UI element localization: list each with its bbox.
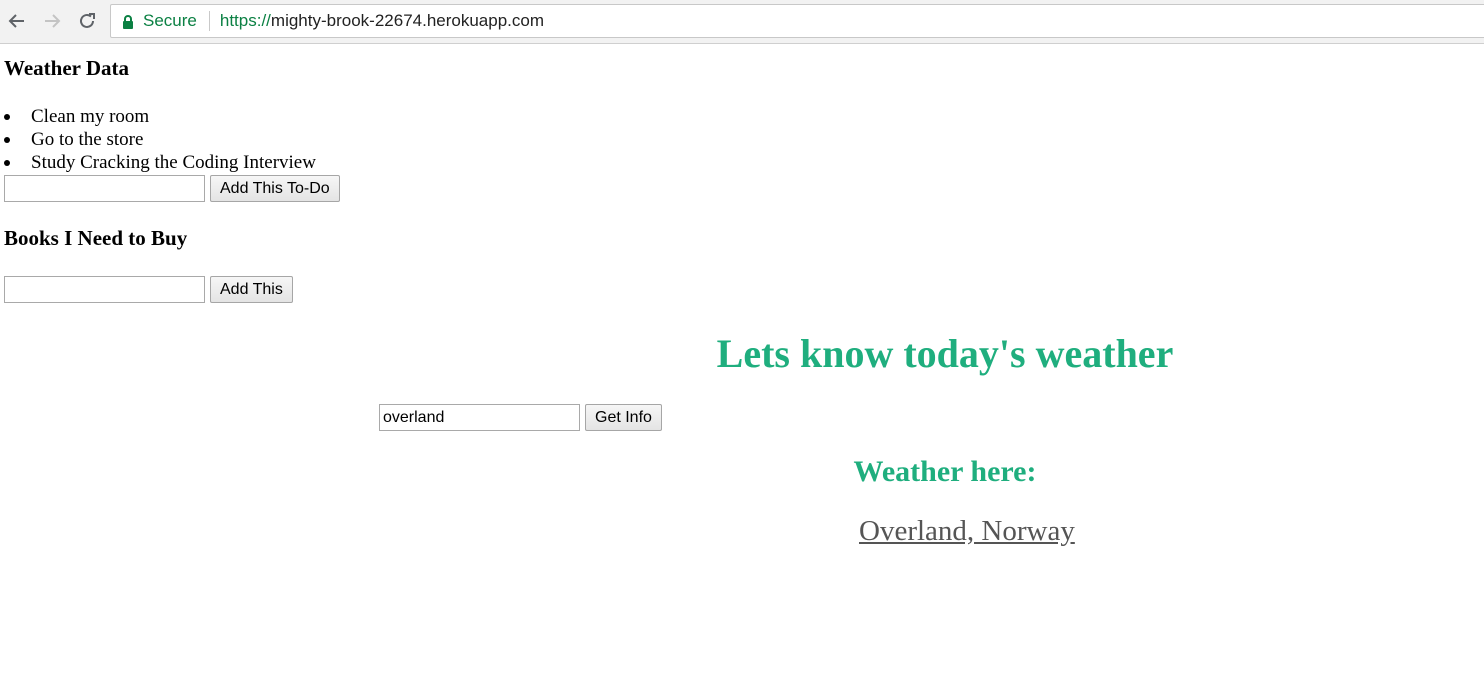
get-info-button[interactable]: Get Info bbox=[585, 404, 662, 431]
reload-icon[interactable] bbox=[74, 8, 100, 34]
books-heading: Books I Need to Buy bbox=[4, 226, 188, 250]
weather-title: Lets know today's weather bbox=[716, 331, 1174, 376]
books-input[interactable] bbox=[4, 276, 205, 303]
todo-item: Study Cracking the Coding Interview bbox=[0, 151, 316, 174]
todo-input[interactable] bbox=[4, 175, 205, 202]
omnibox-separator bbox=[208, 11, 210, 31]
location-link[interactable]: Overland, Norway bbox=[859, 515, 1075, 548]
city-search-input[interactable] bbox=[379, 404, 580, 431]
url-text[interactable]: https://mighty-brook-22674.herokuapp.com bbox=[220, 11, 544, 31]
url-host: mighty-brook-22674.herokuapp.com bbox=[270, 11, 545, 30]
security-label: Secure bbox=[143, 11, 197, 30]
todo-heading: Weather Data bbox=[4, 56, 130, 80]
lock-icon bbox=[122, 13, 134, 29]
add-book-button[interactable]: Add This bbox=[210, 276, 293, 303]
browser-toolbar: Secure https://mighty-brook-22674.heroku… bbox=[0, 0, 1484, 44]
back-icon[interactable] bbox=[4, 8, 30, 34]
todo-item: Clean my room bbox=[0, 105, 316, 128]
add-todo-button[interactable]: Add This To-Do bbox=[210, 175, 340, 202]
page-content: Weather Data Clean my room Go to the sto… bbox=[0, 45, 1484, 687]
url-protocol: https:// bbox=[219, 11, 271, 30]
forward-icon[interactable] bbox=[39, 8, 65, 34]
todo-list: Clean my room Go to the store Study Crac… bbox=[0, 105, 316, 174]
address-bar[interactable]: Secure https://mighty-brook-22674.heroku… bbox=[110, 4, 1484, 38]
weather-result-heading: Weather here: bbox=[853, 455, 1037, 488]
todo-item: Go to the store bbox=[0, 128, 316, 151]
